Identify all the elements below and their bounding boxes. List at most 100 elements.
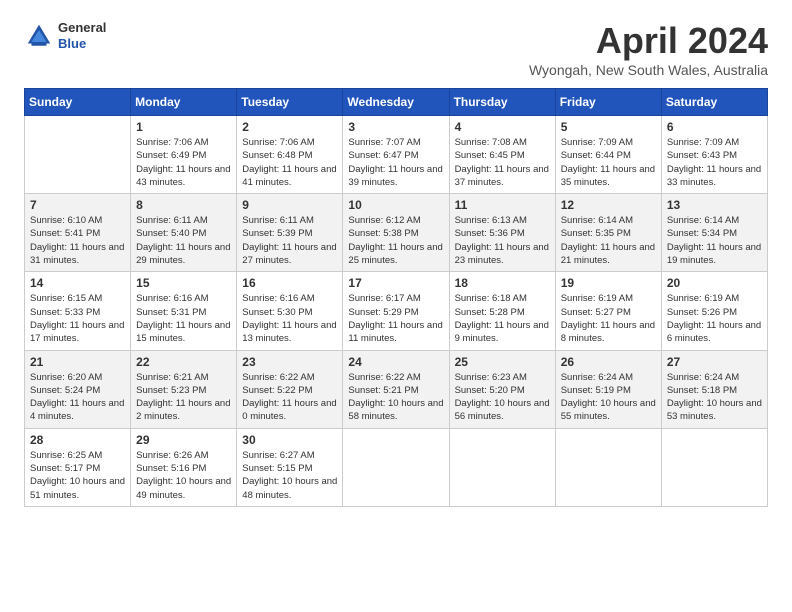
day-info: Sunrise: 7:06 AM Sunset: 6:48 PM Dayligh… [242, 136, 337, 189]
day-number: 16 [242, 276, 337, 290]
calendar-day-cell: 8 Sunrise: 6:11 AM Sunset: 5:40 PM Daylig… [131, 194, 237, 272]
day-info: Sunrise: 6:11 AM Sunset: 5:40 PM Dayligh… [136, 214, 231, 267]
month-year: April 2024 [529, 20, 768, 62]
day-info: Sunrise: 6:19 AM Sunset: 5:27 PM Dayligh… [561, 292, 656, 345]
calendar-day-cell: 30 Sunrise: 6:27 AM Sunset: 5:15 PM Dayli… [237, 428, 343, 506]
calendar-week-row: 14 Sunrise: 6:15 AM Sunset: 5:33 PM Dayli… [25, 272, 768, 350]
day-info: Sunrise: 6:13 AM Sunset: 5:36 PM Dayligh… [455, 214, 550, 267]
calendar-day-cell: 29 Sunrise: 6:26 AM Sunset: 5:16 PM Dayli… [131, 428, 237, 506]
calendar-day-cell [555, 428, 661, 506]
day-info: Sunrise: 7:06 AM Sunset: 6:49 PM Dayligh… [136, 136, 231, 189]
day-number: 3 [348, 120, 443, 134]
calendar-day-cell: 23 Sunrise: 6:22 AM Sunset: 5:22 PM Dayli… [237, 350, 343, 428]
calendar-day-cell: 25 Sunrise: 6:23 AM Sunset: 5:20 PM Dayli… [449, 350, 555, 428]
weekday-header-saturday: Saturday [661, 89, 767, 116]
day-number: 29 [136, 433, 231, 447]
day-number: 25 [455, 355, 550, 369]
calendar-day-cell: 16 Sunrise: 6:16 AM Sunset: 5:30 PM Dayli… [237, 272, 343, 350]
day-info: Sunrise: 7:09 AM Sunset: 6:43 PM Dayligh… [667, 136, 762, 189]
calendar-day-cell: 11 Sunrise: 6:13 AM Sunset: 5:36 PM Dayli… [449, 194, 555, 272]
logo-text: General Blue [58, 20, 106, 51]
weekday-header-wednesday: Wednesday [343, 89, 449, 116]
day-info: Sunrise: 6:19 AM Sunset: 5:26 PM Dayligh… [667, 292, 762, 345]
day-info: Sunrise: 6:23 AM Sunset: 5:20 PM Dayligh… [455, 371, 550, 424]
logo: General Blue [24, 20, 106, 51]
day-number: 4 [455, 120, 550, 134]
calendar-day-cell: 7Sunrise: 6:10 AM Sunset: 5:41 PM Daylig… [25, 194, 131, 272]
calendar-day-cell: 12 Sunrise: 6:14 AM Sunset: 5:35 PM Dayli… [555, 194, 661, 272]
calendar-day-cell: 6Sunrise: 7:09 AM Sunset: 6:43 PM Daylig… [661, 116, 767, 194]
day-info: Sunrise: 6:14 AM Sunset: 5:35 PM Dayligh… [561, 214, 656, 267]
day-number: 9 [242, 198, 337, 212]
day-info: Sunrise: 6:21 AM Sunset: 5:23 PM Dayligh… [136, 371, 231, 424]
calendar-day-cell: 21Sunrise: 6:20 AM Sunset: 5:24 PM Dayli… [25, 350, 131, 428]
calendar-day-cell [343, 428, 449, 506]
calendar-day-cell: 19 Sunrise: 6:19 AM Sunset: 5:27 PM Dayli… [555, 272, 661, 350]
calendar-body: 1Sunrise: 7:06 AM Sunset: 6:49 PM Daylig… [25, 116, 768, 507]
day-number: 5 [561, 120, 656, 134]
calendar-day-cell: 10 Sunrise: 6:12 AM Sunset: 5:38 PM Dayli… [343, 194, 449, 272]
day-info: Sunrise: 7:08 AM Sunset: 6:45 PM Dayligh… [455, 136, 550, 189]
calendar-header: SundayMondayTuesdayWednesdayThursdayFrid… [25, 89, 768, 116]
day-info: Sunrise: 7:09 AM Sunset: 6:44 PM Dayligh… [561, 136, 656, 189]
calendar-day-cell: 14 Sunrise: 6:15 AM Sunset: 5:33 PM Dayli… [25, 272, 131, 350]
day-number: 18 [455, 276, 550, 290]
day-info: Sunrise: 6:22 AM Sunset: 5:22 PM Dayligh… [242, 371, 337, 424]
day-info: Sunrise: 6:12 AM Sunset: 5:38 PM Dayligh… [348, 214, 443, 267]
weekday-header-friday: Friday [555, 89, 661, 116]
calendar-week-row: 7Sunrise: 6:10 AM Sunset: 5:41 PM Daylig… [25, 194, 768, 272]
day-number: 19 [561, 276, 656, 290]
weekday-header-thursday: Thursday [449, 89, 555, 116]
day-info: Sunrise: 7:07 AM Sunset: 6:47 PM Dayligh… [348, 136, 443, 189]
weekday-header-monday: Monday [131, 89, 237, 116]
day-number: 27 [667, 355, 762, 369]
logo-general: General [58, 20, 106, 36]
day-number: 14 [30, 276, 125, 290]
calendar-day-cell: 28Sunrise: 6:25 AM Sunset: 5:17 PM Dayli… [25, 428, 131, 506]
day-number: 15 [136, 276, 231, 290]
calendar-day-cell: 15 Sunrise: 6:16 AM Sunset: 5:31 PM Dayli… [131, 272, 237, 350]
day-number: 11 [455, 198, 550, 212]
calendar-week-row: 21Sunrise: 6:20 AM Sunset: 5:24 PM Dayli… [25, 350, 768, 428]
day-number: 2 [242, 120, 337, 134]
day-number: 24 [348, 355, 443, 369]
location: Wyongah, New South Wales, Australia [529, 62, 768, 78]
calendar-day-cell: 27 Sunrise: 6:24 AM Sunset: 5:18 PM Dayli… [661, 350, 767, 428]
day-number: 8 [136, 198, 231, 212]
day-info: Sunrise: 6:15 AM Sunset: 5:33 PM Dayligh… [30, 292, 125, 345]
day-number: 30 [242, 433, 337, 447]
calendar-day-cell: 17 Sunrise: 6:17 AM Sunset: 5:29 PM Dayli… [343, 272, 449, 350]
calendar-table: SundayMondayTuesdayWednesdayThursdayFrid… [24, 88, 768, 507]
day-number: 13 [667, 198, 762, 212]
calendar-day-cell: 4 Sunrise: 7:08 AM Sunset: 6:45 PM Daylig… [449, 116, 555, 194]
calendar-day-cell: 13Sunrise: 6:14 AM Sunset: 5:34 PM Dayli… [661, 194, 767, 272]
day-info: Sunrise: 6:24 AM Sunset: 5:18 PM Dayligh… [667, 371, 762, 424]
calendar-day-cell [449, 428, 555, 506]
day-number: 20 [667, 276, 762, 290]
day-number: 23 [242, 355, 337, 369]
day-info: Sunrise: 6:16 AM Sunset: 5:30 PM Dayligh… [242, 292, 337, 345]
day-info: Sunrise: 6:26 AM Sunset: 5:16 PM Dayligh… [136, 449, 231, 502]
day-number: 12 [561, 198, 656, 212]
day-info: Sunrise: 6:24 AM Sunset: 5:19 PM Dayligh… [561, 371, 656, 424]
weekday-header-tuesday: Tuesday [237, 89, 343, 116]
calendar-day-cell: 5 Sunrise: 7:09 AM Sunset: 6:44 PM Daylig… [555, 116, 661, 194]
day-number: 10 [348, 198, 443, 212]
day-info: Sunrise: 6:17 AM Sunset: 5:29 PM Dayligh… [348, 292, 443, 345]
day-info: Sunrise: 6:16 AM Sunset: 5:31 PM Dayligh… [136, 292, 231, 345]
calendar-day-cell: 24 Sunrise: 6:22 AM Sunset: 5:21 PM Dayli… [343, 350, 449, 428]
calendar-day-cell [661, 428, 767, 506]
title-block: April 2024 Wyongah, New South Wales, Aus… [529, 20, 768, 78]
page-header: General Blue April 2024 Wyongah, New Sou… [24, 20, 768, 78]
day-info: Sunrise: 6:18 AM Sunset: 5:28 PM Dayligh… [455, 292, 550, 345]
day-number: 7 [30, 198, 125, 212]
day-info: Sunrise: 6:22 AM Sunset: 5:21 PM Dayligh… [348, 371, 443, 424]
calendar-week-row: 1Sunrise: 7:06 AM Sunset: 6:49 PM Daylig… [25, 116, 768, 194]
calendar-week-row: 28Sunrise: 6:25 AM Sunset: 5:17 PM Dayli… [25, 428, 768, 506]
logo-blue: Blue [58, 36, 106, 52]
calendar-day-cell: 18 Sunrise: 6:18 AM Sunset: 5:28 PM Dayli… [449, 272, 555, 350]
day-number: 17 [348, 276, 443, 290]
weekday-header-row: SundayMondayTuesdayWednesdayThursdayFrid… [25, 89, 768, 116]
day-info: Sunrise: 6:20 AM Sunset: 5:24 PM Dayligh… [30, 371, 125, 424]
day-info: Sunrise: 6:27 AM Sunset: 5:15 PM Dayligh… [242, 449, 337, 502]
